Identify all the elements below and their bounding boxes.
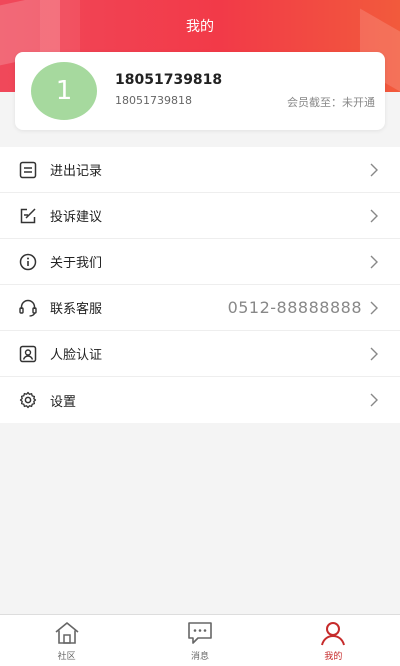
service-phone-number[interactable]: 0512-88888888 xyxy=(228,298,362,317)
menu-item-access-records[interactable]: 进出记录 xyxy=(0,147,400,193)
profile-phone: 18051739818 xyxy=(115,94,192,107)
chevron-right-icon xyxy=(370,255,378,269)
chevron-right-icon xyxy=(370,209,378,223)
headset-icon xyxy=(19,299,37,317)
bottom-tab-bar: 社区 消息 我的 xyxy=(0,614,400,666)
gear-icon xyxy=(19,391,37,409)
menu-item-face-verification[interactable]: 人脸认证 xyxy=(0,331,400,377)
menu-item-settings[interactable]: 设置 xyxy=(0,377,400,423)
list-icon xyxy=(19,161,37,179)
info-icon xyxy=(19,253,37,271)
menu-item-label: 投诉建议 xyxy=(50,210,103,225)
home-icon xyxy=(55,622,79,644)
menu-list: 进出记录 投诉建议 关于我们 联系客服 0512-88888888 人脸认证 设… xyxy=(0,147,400,423)
tab-label: 我的 xyxy=(324,652,343,662)
tab-community[interactable]: 社区 xyxy=(0,615,133,666)
menu-item-label: 联系客服 xyxy=(50,302,103,317)
page-title: 我的 xyxy=(186,19,214,35)
tab-mine[interactable]: 我的 xyxy=(267,615,400,666)
membership-status: 会员截至：未开通 xyxy=(287,96,375,109)
message-icon xyxy=(188,622,212,644)
menu-item-label: 设置 xyxy=(50,394,77,410)
chevron-right-icon xyxy=(370,163,378,177)
chevron-right-icon xyxy=(370,347,378,361)
tab-messages[interactable]: 消息 xyxy=(133,615,266,666)
menu-item-complaints[interactable]: 投诉建议 xyxy=(0,193,400,239)
profile-card[interactable]: 1 18051739818 18051739818 会员截至：未开通 xyxy=(15,52,385,130)
chevron-right-icon xyxy=(370,301,378,315)
profile-name: 18051739818 xyxy=(115,72,223,88)
user-icon xyxy=(321,622,346,646)
tab-label: 消息 xyxy=(190,652,209,662)
menu-item-label: 关于我们 xyxy=(50,256,103,271)
edit-icon xyxy=(20,208,36,224)
tab-label: 社区 xyxy=(57,652,76,662)
menu-item-label: 进出记录 xyxy=(50,164,103,179)
avatar[interactable]: 1 xyxy=(31,62,97,120)
menu-item-customer-service[interactable]: 联系客服 0512-88888888 xyxy=(0,285,400,331)
chevron-right-icon xyxy=(370,393,378,407)
menu-item-about[interactable]: 关于我们 xyxy=(0,239,400,285)
menu-item-label: 人脸认证 xyxy=(50,348,103,363)
face-id-icon xyxy=(19,345,37,363)
